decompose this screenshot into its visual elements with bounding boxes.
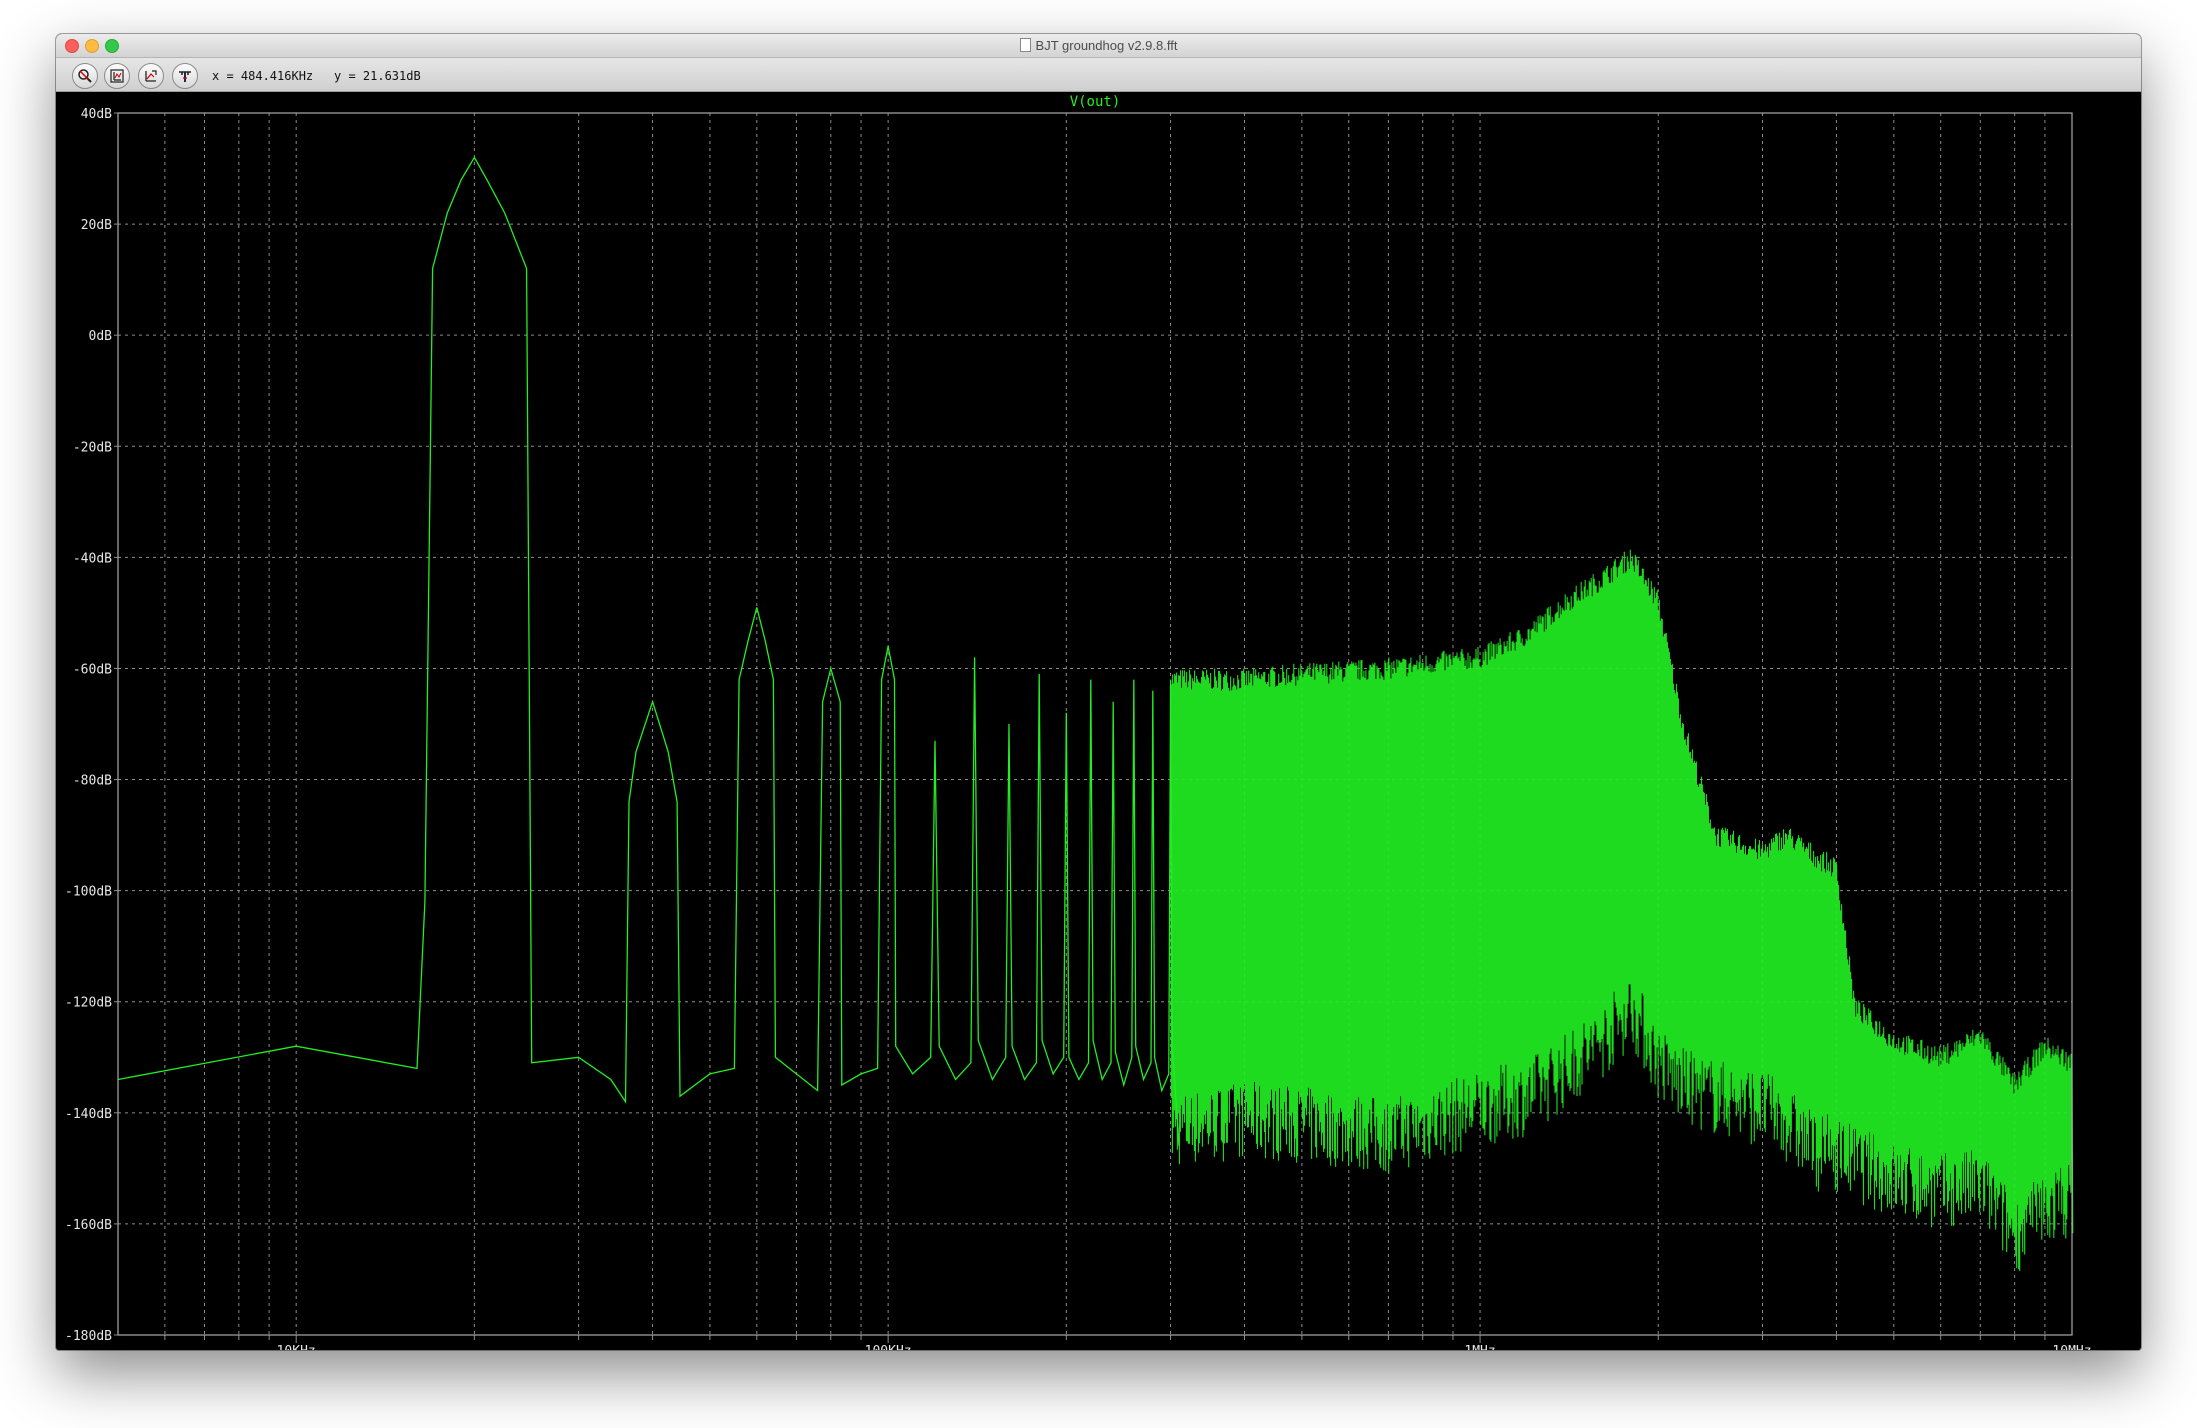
y-tick-label: 40dB [81,107,112,122]
autorange-button[interactable] [138,63,164,89]
y-tick-label: -100dB [65,885,112,900]
document-icon [1019,38,1031,52]
fft-chart[interactable]: V(out) 40dB 20dB 0dB -20dB -40dB -60dB -80dB -10… [56,92,2141,1350]
fit-plot-button[interactable] [104,63,130,89]
y-tick-label: -60dB [73,662,112,677]
cursor-y-readout: y = 21.631dB [334,69,421,83]
plot-frame [117,112,2073,1336]
cursor-x-readout: x = 484.416KHz [212,69,314,83]
y-tick-label: -180dB [65,1329,112,1344]
y-tick-label: -40dB [73,551,112,566]
zoom-reset-button[interactable] [72,63,98,89]
x-tick-label: 10KHz [277,1344,316,1350]
y-tick-label: -120dB [65,996,112,1011]
probe-button[interactable] [172,63,198,89]
y-tick-label: -140dB [65,1107,112,1122]
grid-lines [118,112,2072,1343]
plot-toolbar: x = 484.416KHz y = 21.631dB [56,58,2141,92]
y-tick-label: 20dB [81,218,112,233]
y-tick-label: 0dB [89,329,113,344]
fit-plot-icon [110,69,124,83]
window-title-area: BJT groundhog v2.9.8.fft [56,38,2141,53]
x-tick-label: 10MHz [2052,1344,2091,1350]
fft-plot-area[interactable]: V(out) 40dB 20dB 0dB -20dB -40dB -60dB -80dB -10… [56,92,2141,1350]
x-tick-label: 1MHz [1464,1344,1495,1350]
app-window: BJT groundhog v2.9.8.fft x = 484.416KHz … [56,34,2141,1350]
y-tick-label: -20dB [73,440,112,455]
zoom-reset-icon [78,69,92,83]
trace-dense-band [1170,549,2074,1271]
y-tick-label: -160dB [65,1218,112,1233]
x-tick-label: 100KHz [865,1344,912,1350]
window-title: BJT groundhog v2.9.8.fft [1035,38,1178,53]
probe-icon [179,71,191,82]
title-bar: BJT groundhog v2.9.8.fft [56,34,2141,58]
axis-labels: V(out) 40dB 20dB 0dB -20dB -40dB -60dB -80dB -10… [65,94,2092,1350]
autorange-icon [145,70,157,82]
y-tick-label: -80dB [73,774,112,789]
trace-line [117,156,1180,1147]
plot-title: V(out) [1070,94,1121,110]
plot-frame-group [114,112,2073,1336]
trace-group [117,156,2074,1271]
